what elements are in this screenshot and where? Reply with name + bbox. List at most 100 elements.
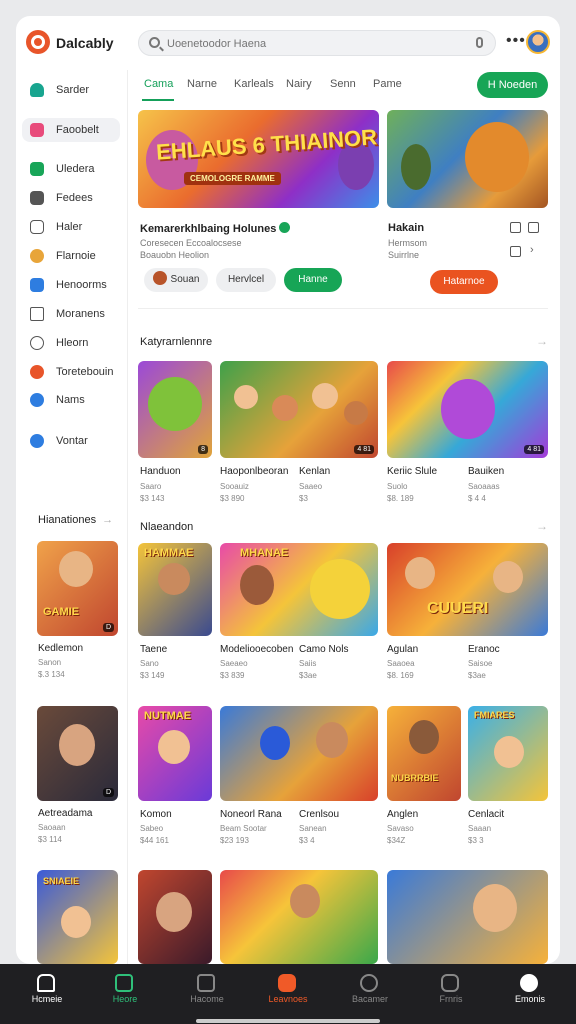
sidebar-item-uledera[interactable]: Uledera — [22, 157, 120, 181]
featured-meta2-left: Boauobn Heolion — [140, 250, 210, 260]
profile-icon — [520, 974, 538, 992]
game-tile[interactable] — [387, 870, 548, 964]
tab-narne[interactable]: Narne — [187, 78, 217, 90]
game-name[interactable]: Kenlan — [299, 466, 330, 477]
tab-cama[interactable]: Cama — [144, 78, 173, 90]
sidebar-item-vontar[interactable]: Vontar — [22, 429, 120, 453]
sidebar-item-moranens[interactable]: Moranens — [22, 302, 120, 326]
tab-senn[interactable]: Senn — [330, 78, 356, 90]
avatar[interactable] — [526, 30, 550, 54]
sidebar-item-haler[interactable]: Haler — [22, 215, 120, 239]
game-tile[interactable] — [138, 870, 212, 964]
home-icon — [37, 974, 55, 992]
tab-nairy[interactable]: Nairy — [286, 78, 312, 90]
share-icon[interactable] — [528, 222, 539, 233]
game-tile[interactable]: HAMMAE — [138, 543, 212, 636]
game-tile[interactable]: MHANAE — [220, 543, 378, 636]
sidebar-item-sarder[interactable]: Sarder — [22, 78, 120, 102]
nav-profile[interactable]: Emonis — [489, 964, 571, 1024]
game-price: $3 4 — [299, 836, 315, 845]
character-art — [344, 401, 368, 425]
game-name[interactable]: Aetreadama — [38, 808, 92, 819]
sidebar-item-nams[interactable]: Nams — [22, 388, 120, 412]
nav-chat[interactable]: Frnris — [410, 964, 492, 1024]
sidebar-item-hleorn[interactable]: Hleorn — [22, 331, 120, 355]
featured-banner-right[interactable] — [387, 110, 548, 208]
store-icon — [115, 974, 133, 992]
game-name[interactable]: Kedlemon — [38, 643, 83, 654]
game-tile[interactable] — [220, 870, 378, 964]
game-price: $34Z — [387, 836, 406, 845]
microphone-icon[interactable] — [476, 37, 483, 48]
chip-hanne[interactable]: Hanne — [284, 268, 342, 292]
game-tile[interactable]: GAMIE D — [37, 541, 118, 636]
feed-icon — [30, 191, 44, 205]
character-art — [290, 884, 320, 918]
game-tile[interactable]: 4 81 — [387, 361, 548, 458]
search-box[interactable] — [138, 30, 496, 56]
game-tile[interactable]: NUBRRBIE — [387, 706, 461, 801]
game-name[interactable]: Haoponlbeoran — [220, 466, 288, 477]
game-price: $3 — [299, 494, 308, 503]
game-tile[interactable]: NUTMAE — [138, 706, 212, 801]
game-name[interactable]: Camo Nols — [299, 644, 348, 655]
primary-action-button[interactable]: H Noeden — [477, 72, 548, 98]
game-name[interactable]: Modeliooecoben — [220, 644, 293, 655]
sidebar-section-title[interactable]: Hianationes → — [38, 514, 113, 526]
game-name[interactable]: Noneorl Rana — [220, 809, 282, 820]
tab-karleals[interactable]: Karleals — [234, 78, 274, 90]
character-art — [312, 383, 338, 409]
game-name[interactable]: Crenlsou — [299, 809, 339, 820]
bookmark-icon[interactable] — [510, 222, 521, 233]
game-tile[interactable]: CUUERI — [387, 543, 548, 636]
sidebar-item-faoobelt[interactable]: Faoobelt — [22, 118, 120, 142]
featured-meta2-right: Suirrlne — [388, 250, 420, 260]
nav-live[interactable]: Leavnoes — [247, 964, 329, 1024]
chip-souan[interactable]: Souan — [144, 268, 208, 292]
game-subtitle: Saoaaas — [468, 482, 500, 491]
arrow-right-icon[interactable]: → — [536, 519, 548, 533]
sidebar-item-fedees[interactable]: Fedees — [22, 186, 120, 210]
game-name[interactable]: Anglen — [387, 809, 418, 820]
sidebar-item-flarnoie[interactable]: Flarnoie — [22, 244, 120, 268]
cart-icon[interactable] — [510, 246, 521, 257]
game-name[interactable]: Handuon — [140, 466, 181, 477]
game-name[interactable]: Taene — [140, 644, 167, 655]
game-tile[interactable]: 4 81 — [220, 361, 378, 458]
game-price: $3 114 — [38, 835, 62, 844]
nav-grid[interactable]: Hacome — [166, 964, 248, 1024]
game-tile[interactable]: D — [37, 706, 118, 801]
chevron-right-icon[interactable]: › — [530, 244, 534, 256]
game-name[interactable]: Agulan — [387, 644, 418, 655]
sidebar-item-toretebouin[interactable]: Toretebouin — [22, 360, 120, 384]
logo-icon[interactable] — [26, 30, 50, 54]
sidebar-item-henoorms[interactable]: Henoorms — [22, 273, 120, 297]
game-icon — [30, 249, 44, 263]
game-tile[interactable] — [220, 706, 378, 801]
chip-hatarnoe[interactable]: Hatarnoe — [430, 270, 498, 294]
search-input[interactable] — [167, 35, 457, 53]
game-name[interactable]: Bauiken — [468, 466, 504, 477]
game-name[interactable]: Cenlacit — [468, 809, 504, 820]
arrow-right-icon[interactable]: → — [536, 334, 548, 348]
game-subtitle: Saaro — [140, 482, 162, 491]
more-options-icon[interactable]: ••• — [506, 33, 526, 49]
nav-store[interactable]: Heore — [84, 964, 166, 1024]
featured-banner-left[interactable]: EHLAUS 6 THIAINOR CEMOLOGRE RAMME — [138, 110, 379, 208]
puzzle-icon — [30, 220, 44, 234]
settings-icon — [30, 434, 44, 448]
nav-search[interactable]: Bacamer — [329, 964, 411, 1024]
chip-hervlcel[interactable]: Hervlcel — [216, 268, 276, 292]
character-art — [401, 144, 431, 190]
game-tile[interactable]: SNIAEIE — [37, 870, 118, 964]
tile-badge: 4 81 — [354, 445, 374, 454]
game-tile[interactable]: FMIARES — [468, 706, 548, 801]
game-tile[interactable]: 8 — [138, 361, 212, 458]
game-name[interactable]: Keriic Slule — [387, 466, 437, 477]
character-art — [59, 724, 95, 766]
tab-pame[interactable]: Pame — [373, 78, 402, 90]
game-subtitle: Suolo — [387, 482, 408, 491]
game-name[interactable]: Komon — [140, 809, 172, 820]
nav-home[interactable]: Hcmeie — [6, 964, 88, 1024]
game-name[interactable]: Eranoc — [468, 644, 500, 655]
